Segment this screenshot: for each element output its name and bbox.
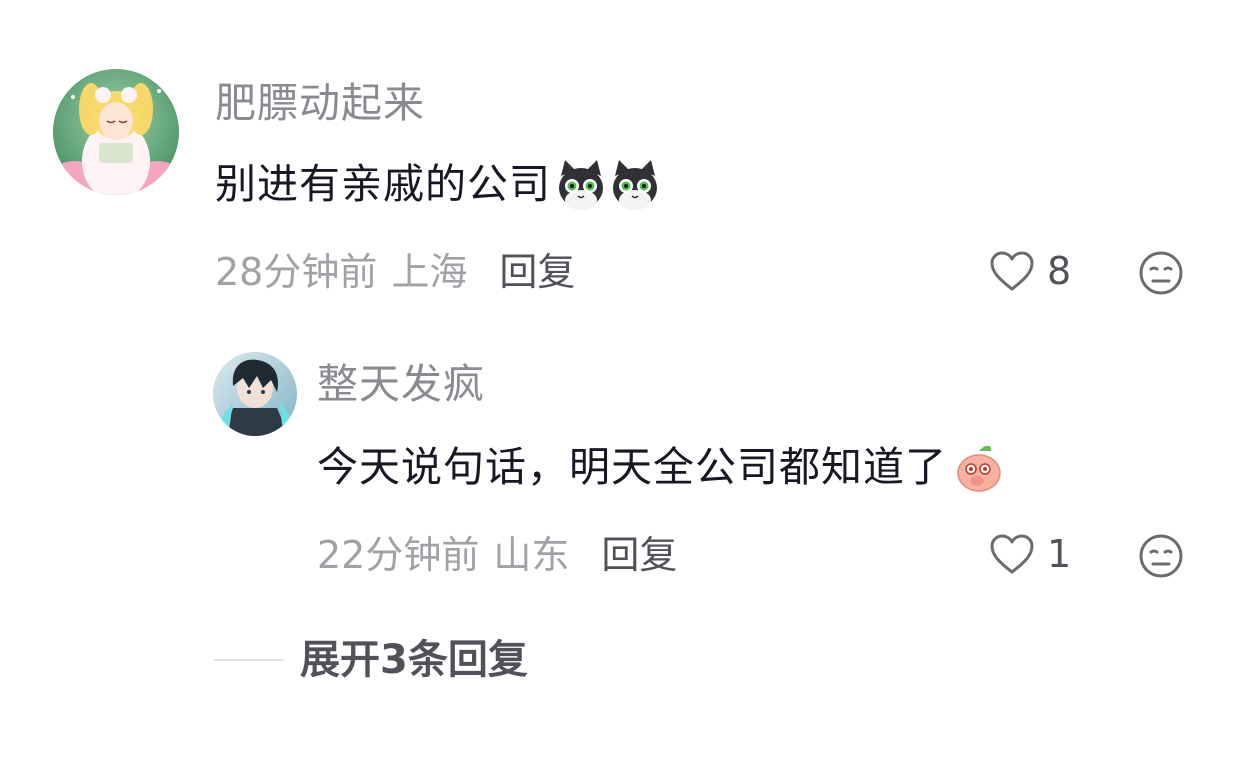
like-button[interactable]: 1: [989, 533, 1071, 575]
expand-replies-label: 展开3条回复: [300, 637, 528, 683]
reply-button[interactable]: 回复: [499, 253, 575, 291]
sailor-moon-avatar-icon: [53, 69, 179, 195]
comment-text-body: 别进有亲戚的公司: [215, 159, 551, 208]
comment-text: 别进有亲戚的公司: [215, 158, 661, 210]
comment-meta: 28分钟前 上海 回复: [215, 253, 575, 291]
anime-boy-avatar-icon: [213, 352, 297, 436]
username[interactable]: 整天发疯: [317, 364, 485, 405]
heart-icon: [990, 251, 1034, 291]
comment-time: 22分钟前: [317, 533, 480, 577]
username[interactable]: 肥膘动起来: [215, 83, 425, 124]
comment-location: 山东: [493, 533, 570, 577]
peach-sticker-emoji-icon: [957, 445, 1001, 492]
heart-icon: [990, 534, 1034, 574]
avatar[interactable]: [53, 69, 179, 195]
comment-text: 今天说句话，明天全公司都知道了: [317, 441, 1005, 493]
like-button[interactable]: 8: [989, 250, 1071, 292]
expand-replies-button[interactable]: 展开3条回复: [214, 640, 528, 680]
comment-text-body: 今天说句话，明天全公司都知道了: [317, 442, 947, 491]
like-count: 1: [1047, 532, 1072, 576]
comment-meta: 22分钟前 山东 回复: [317, 536, 677, 574]
divider-line: [214, 659, 284, 661]
cat-sticker-emoji-icon: [613, 160, 657, 210]
comment-time: 28分钟前: [215, 250, 378, 294]
avatar[interactable]: [213, 352, 297, 436]
like-count: 8: [1047, 249, 1072, 293]
dislike-icon[interactable]: [1138, 533, 1184, 579]
dislike-icon[interactable]: [1138, 250, 1184, 296]
comment-location: 上海: [391, 250, 468, 294]
cat-sticker-emoji-icon: [559, 160, 603, 210]
reply-button[interactable]: 回复: [601, 536, 677, 574]
